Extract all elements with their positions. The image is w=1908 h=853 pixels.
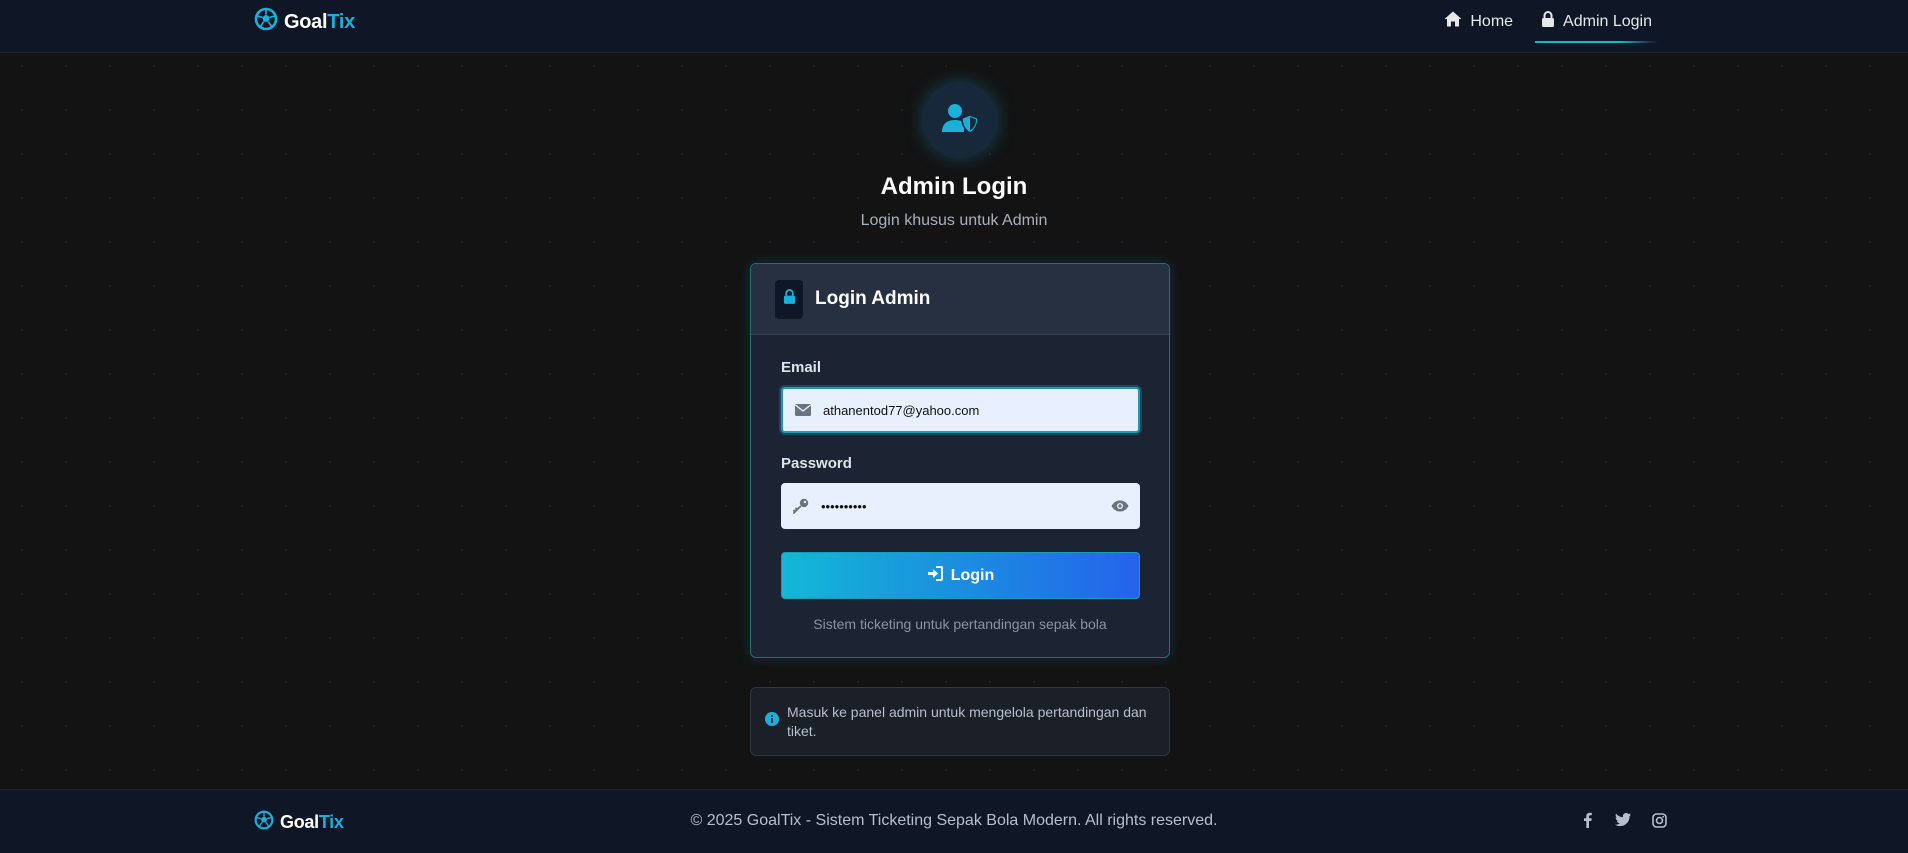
login-card: Login Admin Email Password xyxy=(750,263,1170,658)
email-field[interactable] xyxy=(781,387,1140,433)
info-text: Masuk ke panel admin untuk mengelola per… xyxy=(787,703,1147,739)
email-label: Email xyxy=(781,359,822,376)
lock-icon xyxy=(783,289,796,309)
facebook-icon[interactable] xyxy=(1578,812,1596,828)
card-footnote: Sistem ticketing untuk pertandingan sepa… xyxy=(813,616,1107,632)
top-navbar: GoalTix Home Admin Login xyxy=(0,0,1908,53)
envelope-icon xyxy=(783,404,823,416)
nav-link-home[interactable]: Home xyxy=(1438,1,1519,43)
email-input[interactable] xyxy=(823,402,1138,418)
footer: GoalTix © 2025 GoalTix - Sistem Ticketin… xyxy=(0,789,1908,853)
password-field[interactable] xyxy=(781,483,1140,529)
user-shield-icon xyxy=(941,102,979,139)
nav-link-home-label: Home xyxy=(1470,12,1514,30)
nav-links: Home Admin Login xyxy=(1438,0,1658,43)
lock-icon xyxy=(1541,11,1555,32)
soccer-ball-icon xyxy=(254,7,278,37)
password-label: Password xyxy=(781,455,852,472)
brand-name-tix: Tix xyxy=(327,10,355,33)
nav-link-admin-login[interactable]: Admin Login xyxy=(1535,1,1658,43)
page-subtitle: Login khusus untuk Admin xyxy=(860,212,1048,229)
password-input[interactable] xyxy=(821,498,1100,514)
eye-icon[interactable] xyxy=(1100,500,1140,512)
key-icon xyxy=(781,498,821,514)
nav-link-admin-login-label: Admin Login xyxy=(1563,12,1652,30)
info-icon xyxy=(765,712,779,731)
instagram-icon[interactable] xyxy=(1650,812,1668,828)
sign-in-icon xyxy=(927,565,943,586)
card-header: Login Admin xyxy=(751,264,1169,335)
info-box: Masuk ke panel admin untuk mengelola per… xyxy=(750,687,1170,756)
page-title: Admin Login xyxy=(880,173,1028,200)
twitter-icon[interactable] xyxy=(1614,813,1632,827)
card-title: Login Admin xyxy=(815,288,931,309)
admin-avatar xyxy=(923,83,997,157)
login-button[interactable]: Login xyxy=(781,552,1140,599)
social-links xyxy=(1578,812,1668,828)
card-lock-badge xyxy=(775,279,803,319)
brand-name-goal: Goal xyxy=(284,10,328,33)
login-button-label: Login xyxy=(950,566,995,584)
brand-logo[interactable]: GoalTix xyxy=(254,7,355,37)
home-icon xyxy=(1444,11,1462,32)
